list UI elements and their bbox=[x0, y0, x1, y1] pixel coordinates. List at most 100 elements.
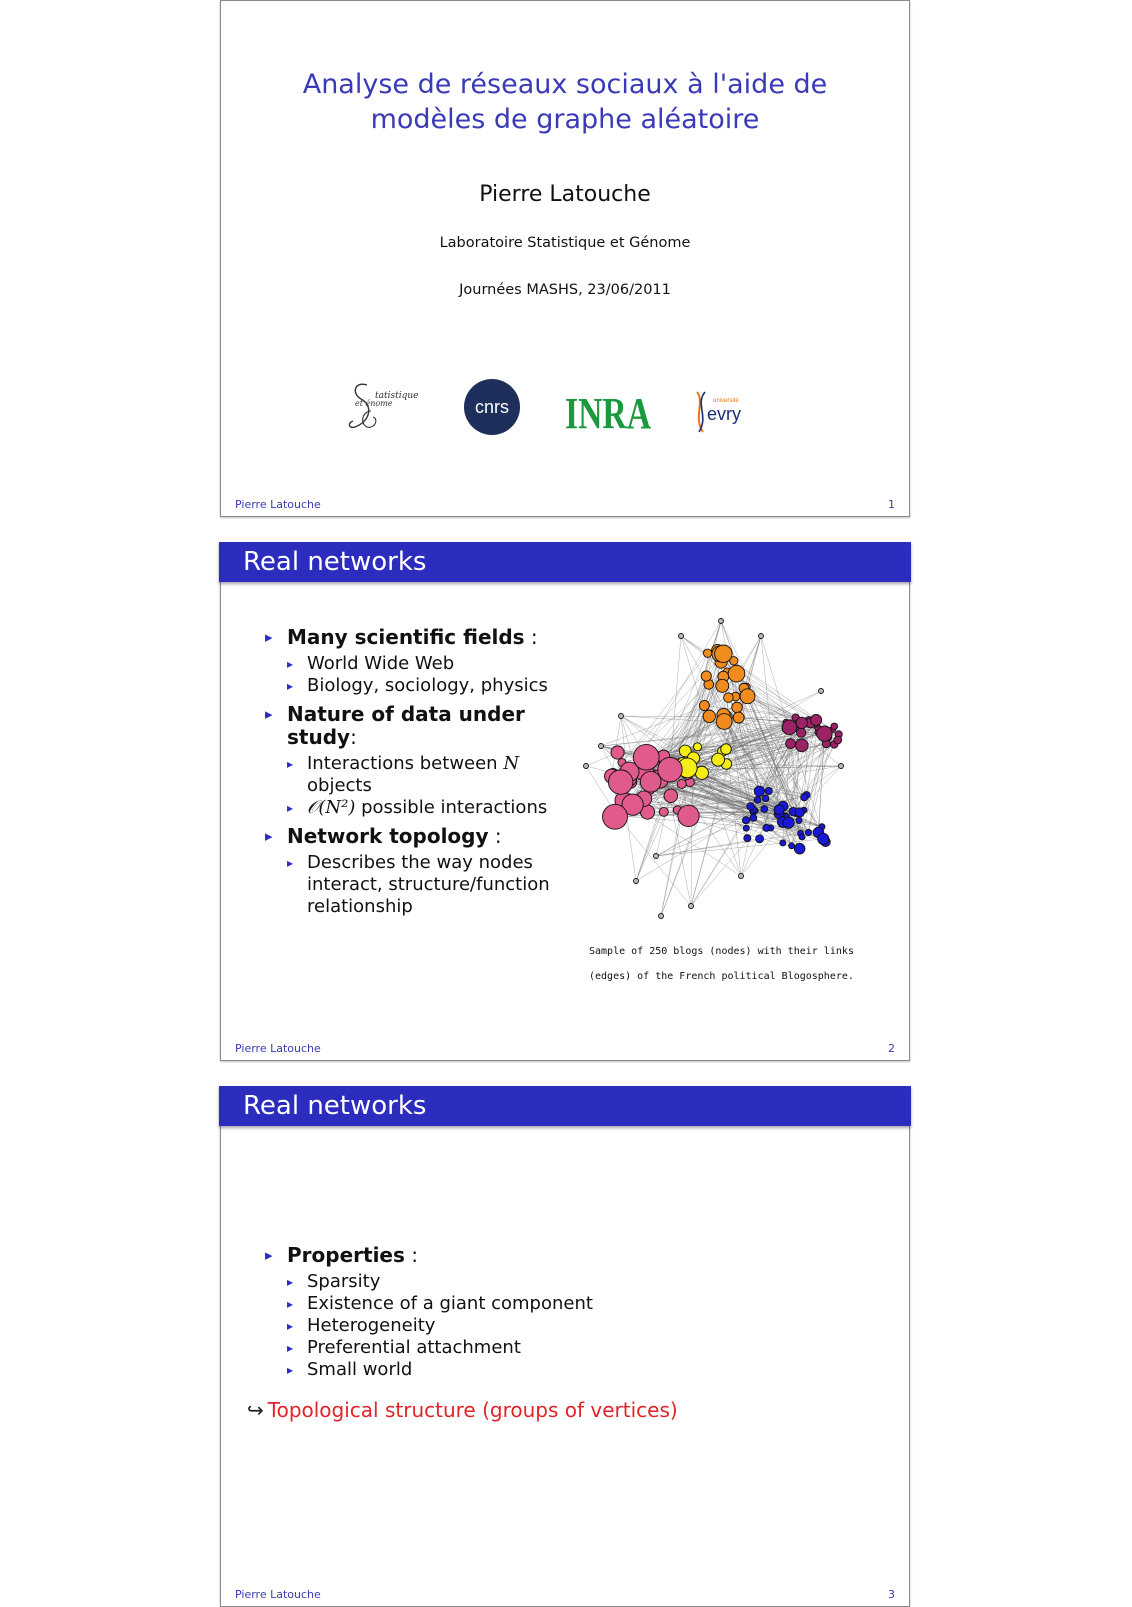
network-node bbox=[640, 771, 661, 792]
caption-line-2: (edges) of the French political Blogosph… bbox=[589, 964, 869, 989]
sub-bullet-item: Describes the way nodes interact, struct… bbox=[287, 852, 565, 918]
logo-cnrs-text: cnrs bbox=[475, 397, 509, 417]
inra-logo: INRA bbox=[565, 379, 655, 443]
title-slide: Analyse de réseaux sociaux à l'aide de m… bbox=[220, 0, 910, 517]
network-node bbox=[786, 739, 796, 749]
network-node bbox=[739, 874, 744, 879]
figure-caption: Sample of 250 blogs (nodes) with their l… bbox=[589, 939, 869, 989]
title-line-1: Analyse de réseaux sociaux à l'aide de bbox=[221, 67, 909, 102]
sub-bullet-list: World Wide Web Biology, sociology, physi… bbox=[287, 653, 565, 697]
sub-bullet-item: Preferential attachment bbox=[287, 1337, 765, 1359]
bullet-colon: : bbox=[489, 824, 502, 848]
conclusion-line: ↪Topological structure (groups of vertic… bbox=[247, 1398, 678, 1422]
sub-bullet-list: Describes the way nodes interact, struct… bbox=[287, 852, 565, 918]
network-node bbox=[817, 726, 832, 741]
network-node bbox=[721, 744, 732, 755]
network-node bbox=[694, 743, 702, 751]
bullet-heading: Nature of data under study bbox=[287, 702, 525, 749]
network-node bbox=[599, 744, 604, 749]
network-node bbox=[732, 702, 743, 713]
statistique-genome-logo: tatistique et énome bbox=[345, 371, 433, 435]
network-node bbox=[742, 817, 749, 824]
network-node bbox=[703, 710, 715, 722]
network-node bbox=[794, 843, 805, 854]
bullet-list: Many scientific fields : World Wide Web … bbox=[265, 626, 565, 924]
network-node bbox=[699, 700, 709, 710]
sub-bullet-item: Sparsity bbox=[287, 1271, 765, 1293]
bullet-colon: : bbox=[350, 725, 357, 749]
network-node bbox=[689, 904, 694, 909]
sub-bullet-item: Small world bbox=[287, 1359, 765, 1381]
slide-header: Real networks bbox=[219, 542, 911, 582]
bullet-item: Properties : Sparsity Existence of a gia… bbox=[265, 1244, 765, 1381]
bullet-list: Properties : Sparsity Existence of a gia… bbox=[265, 1244, 765, 1387]
network-node bbox=[716, 714, 732, 730]
network-node bbox=[795, 739, 808, 752]
network-node bbox=[703, 649, 711, 657]
network-node bbox=[712, 753, 725, 766]
network-node bbox=[701, 671, 711, 681]
bullet-heading: Network topology bbox=[287, 824, 489, 848]
hook-arrow-icon: ↪ bbox=[247, 1398, 264, 1422]
network-node bbox=[747, 803, 754, 810]
logo-evry-text: evry bbox=[707, 404, 741, 424]
network-node bbox=[789, 843, 795, 849]
cnrs-logo: cnrs bbox=[463, 375, 521, 439]
sub-bullet-item: 𝒪(N²) possible interactions bbox=[287, 797, 565, 819]
network-figure bbox=[581, 616, 871, 936]
slide-real-networks-2: Real networks Properties : Sparsity Exis… bbox=[220, 1087, 910, 1607]
network-node bbox=[754, 786, 764, 796]
sub-bullet-item: Heterogeneity bbox=[287, 1315, 765, 1337]
network-node bbox=[763, 824, 770, 831]
bullet-item: Network topology : Describes the way nod… bbox=[265, 825, 565, 918]
network-node bbox=[678, 805, 699, 826]
network-node bbox=[634, 879, 639, 884]
network-node bbox=[754, 797, 761, 804]
network-node bbox=[733, 712, 744, 723]
math-expression: 𝒪(N²) bbox=[307, 797, 355, 818]
network-node bbox=[654, 854, 659, 859]
page-number: 3 bbox=[888, 1588, 895, 1601]
caption-line-1: Sample of 250 blogs (nodes) with their l… bbox=[589, 939, 869, 964]
evry-logo: université evry bbox=[691, 381, 761, 445]
network-node bbox=[658, 757, 682, 781]
network-node bbox=[716, 679, 729, 692]
event-date: Journées MASHS, 23/06/2011 bbox=[221, 282, 909, 298]
network-node bbox=[799, 834, 805, 840]
network-node bbox=[819, 689, 824, 694]
affiliation: Laboratoire Statistique et Génome bbox=[221, 235, 909, 251]
page-number: 2 bbox=[888, 1042, 895, 1055]
sub-bullet-text: objects bbox=[307, 775, 372, 796]
network-node bbox=[796, 817, 802, 823]
network-node bbox=[831, 723, 838, 730]
network-node bbox=[679, 634, 684, 639]
network-node bbox=[719, 619, 724, 624]
network-node bbox=[584, 764, 589, 769]
network-node bbox=[834, 736, 842, 744]
network-node bbox=[765, 787, 772, 794]
bullet-item: Many scientific fields : World Wide Web … bbox=[265, 626, 565, 697]
sub-bullet-text: Interactions between bbox=[307, 753, 503, 774]
bullet-heading: Many scientific fields bbox=[287, 625, 525, 649]
network-node bbox=[659, 914, 664, 919]
network-node bbox=[782, 720, 797, 735]
footer-author: Pierre Latouche bbox=[235, 1042, 321, 1055]
footer-author: Pierre Latouche bbox=[235, 498, 321, 511]
bullet-colon: : bbox=[405, 1243, 418, 1267]
bullet-colon: : bbox=[525, 625, 538, 649]
network-node bbox=[664, 789, 678, 803]
network-node bbox=[659, 807, 668, 816]
network-node bbox=[677, 779, 686, 788]
network-node bbox=[780, 840, 786, 846]
sub-bullet-item: World Wide Web bbox=[287, 653, 565, 675]
page-number: 1 bbox=[888, 498, 895, 511]
network-node bbox=[756, 835, 764, 843]
network-node bbox=[728, 665, 745, 682]
network-edge bbox=[804, 744, 834, 810]
network-node bbox=[744, 835, 751, 842]
network-node bbox=[740, 689, 755, 704]
math-variable: N bbox=[503, 753, 519, 774]
network-node bbox=[801, 794, 808, 801]
sub-bullet-text: possible interactions bbox=[355, 797, 547, 818]
network-node bbox=[619, 714, 624, 719]
